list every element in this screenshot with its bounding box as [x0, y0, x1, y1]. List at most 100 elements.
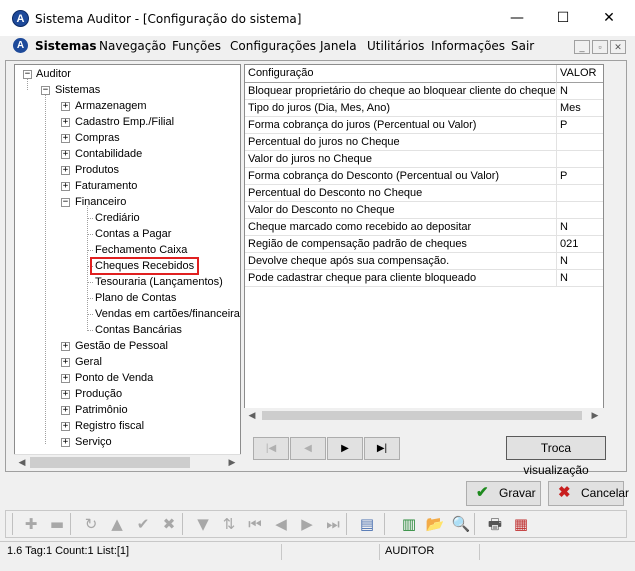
last-record-button[interactable]: ▶|	[364, 437, 400, 460]
tree-node-produtos[interactable]: Produtos	[75, 163, 119, 177]
expand-icon[interactable]: +	[61, 342, 70, 351]
tree-node-financeiro[interactable]: Financeiro	[75, 195, 126, 209]
minimize-button[interactable]: —	[494, 0, 540, 36]
expand-icon[interactable]: +	[61, 358, 70, 367]
menu-configuracoes[interactable]: Configurações	[230, 39, 316, 53]
tree-scroll-thumb[interactable]	[30, 457, 190, 468]
setting-value-cell[interactable]	[557, 151, 603, 168]
tree-node-fechamento-caixa[interactable]: Fechamento Caixa	[95, 243, 187, 257]
filter-icon[interactable]: ▼	[192, 514, 214, 534]
menu-navegacao[interactable]: Navegação	[99, 39, 166, 53]
sort-icon[interactable]: ⇅	[218, 514, 240, 534]
table-row[interactable]: Forma cobrança do juros (Percentual ou V…	[245, 117, 603, 134]
tree-node-gest-o-de-pessoal[interactable]: Gestão de Pessoal	[75, 339, 168, 353]
save-button[interactable]: ✔ Gravar	[466, 481, 541, 506]
setting-value-cell[interactable]	[557, 185, 603, 202]
tree-node-faturamento[interactable]: Faturamento	[75, 179, 137, 193]
tree-node-registro-fiscal[interactable]: Registro fiscal	[75, 419, 144, 433]
refresh-icon[interactable]: ↻	[80, 514, 102, 534]
collapse-icon[interactable]: −	[23, 70, 32, 79]
setting-name-cell[interactable]: Devolve cheque após sua compensação.	[245, 253, 557, 270]
tree-node-credi-rio[interactable]: Crediário	[95, 211, 140, 225]
last-icon[interactable]: ⏭	[322, 514, 344, 534]
setting-name-cell[interactable]: Valor do juros no Cheque	[245, 151, 557, 168]
grid-scroll-thumb[interactable]	[262, 411, 582, 420]
menu-utilitarios[interactable]: Utilitários	[367, 39, 424, 53]
menu-sistemas[interactable]: Sistemas	[35, 39, 97, 53]
tree-node-ponto-de-venda[interactable]: Ponto de Venda	[75, 371, 153, 385]
setting-name-cell[interactable]: Tipo do juros (Dia, Mes, Ano)	[245, 100, 557, 117]
tree-node-contas-banc-rias[interactable]: Contas Bancárias	[95, 323, 182, 337]
tree-node-armazenagem[interactable]: Armazenagem	[75, 99, 147, 113]
mdi-close-button[interactable]: ✕	[610, 40, 626, 54]
expand-icon[interactable]: +	[61, 406, 70, 415]
prev-record-button[interactable]: ◀	[290, 437, 326, 460]
setting-value-cell[interactable]: P	[557, 168, 603, 185]
export-icon[interactable]: ▥	[398, 514, 420, 534]
menu-sair[interactable]: Sair	[511, 39, 534, 53]
tree-node-plano-de-contas[interactable]: Plano de Contas	[95, 291, 176, 305]
left-icon[interactable]: ◀	[270, 514, 292, 534]
systems-tree[interactable]: − Auditor − Sistemas + Armazenagem + Cadast…	[14, 64, 241, 470]
calendar-icon[interactable]: ▦	[510, 514, 532, 534]
table-row[interactable]: Região de compensação padrão de cheques 0…	[245, 236, 603, 253]
tree-node-produ-o[interactable]: Produção	[75, 387, 122, 401]
triangle-up-icon[interactable]: ▲	[106, 514, 128, 534]
tree-node-cheques-recebidos[interactable]: Cheques Recebidos	[90, 257, 200, 275]
right-icon[interactable]: ▶	[296, 514, 318, 534]
expand-icon[interactable]: +	[61, 134, 70, 143]
expand-icon[interactable]: +	[61, 182, 70, 191]
tree-node-compras[interactable]: Compras	[75, 131, 120, 145]
tree-node-contabilidade[interactable]: Contabilidade	[75, 147, 142, 161]
table-row[interactable]: Pode cadastrar cheque para cliente bloqu…	[245, 270, 603, 287]
setting-name-cell[interactable]: Forma cobrança do Desconto (Percentual o…	[245, 168, 557, 185]
table-row[interactable]: Forma cobrança do Desconto (Percentual o…	[245, 168, 603, 185]
setting-name-cell[interactable]: Região de compensação padrão de cheques	[245, 236, 557, 253]
menu-funcoes[interactable]: Funções	[172, 39, 221, 53]
setting-value-cell[interactable]	[557, 202, 603, 219]
tree-node-contas-a-pagar[interactable]: Contas a Pagar	[95, 227, 171, 241]
scroll-left-icon[interactable]: ◀	[244, 407, 260, 423]
column-header-configuracao[interactable]: Configuração	[245, 65, 557, 83]
table-row[interactable]: Tipo do juros (Dia, Mes, Ano) Mes	[245, 100, 603, 117]
setting-value-cell[interactable]: 021	[557, 236, 603, 253]
copy-icon[interactable]: ▤	[356, 514, 378, 534]
folder-icon[interactable]: 📂	[424, 514, 446, 534]
setting-name-cell[interactable]: Pode cadastrar cheque para cliente bloqu…	[245, 270, 557, 287]
tree-node-vendas-em-cart-es-financeiras[interactable]: Vendas em cartões/financeiras	[95, 307, 240, 321]
table-row[interactable]: Percentual do juros no Cheque	[245, 134, 603, 151]
search-icon[interactable]: 🔍	[450, 514, 472, 534]
x-icon[interactable]: ✖	[158, 514, 180, 534]
collapse-icon[interactable]: −	[61, 198, 70, 207]
setting-name-cell[interactable]: Forma cobrança do juros (Percentual ou V…	[245, 117, 557, 134]
minus-icon[interactable]: ▬	[46, 514, 68, 534]
plus-icon[interactable]: ✚	[20, 514, 42, 534]
grid-vertical-scrollbar[interactable]	[604, 64, 621, 422]
tree-node-tesouraria-lan-amentos-[interactable]: Tesouraria (Lançamentos)	[95, 275, 223, 289]
setting-value-cell[interactable]: P	[557, 117, 603, 134]
expand-icon[interactable]: +	[61, 150, 70, 159]
print-icon[interactable]: 🖶	[484, 514, 506, 534]
setting-value-cell[interactable]: N	[557, 219, 603, 236]
expand-icon[interactable]: +	[61, 374, 70, 383]
mdi-restore-button[interactable]: ▫	[592, 40, 608, 54]
scroll-left-icon[interactable]: ◀	[14, 454, 30, 470]
table-row[interactable]: Valor do juros no Cheque	[245, 151, 603, 168]
expand-icon[interactable]: +	[61, 390, 70, 399]
table-row[interactable]: Percentual do Desconto no Cheque	[245, 185, 603, 202]
setting-value-cell[interactable]: Mes	[557, 100, 603, 117]
menu-janela[interactable]: Janela	[320, 39, 357, 53]
setting-value-cell[interactable]: N	[557, 270, 603, 287]
close-button[interactable]: ✕	[586, 0, 632, 36]
table-row[interactable]: Bloquear proprietário do cheque ao bloqu…	[245, 83, 603, 100]
column-header-valor[interactable]: VALOR	[557, 65, 603, 83]
tree-node-patrim-nio[interactable]: Patrimônio	[75, 403, 128, 417]
setting-value-cell[interactable]	[557, 134, 603, 151]
toggle-view-button[interactable]: Troca visualização	[506, 436, 606, 477]
setting-value-cell[interactable]: N	[557, 83, 603, 100]
config-grid[interactable]: Configuração VALOR Bloquear proprietário…	[244, 64, 604, 422]
expand-icon[interactable]: +	[61, 422, 70, 431]
scroll-right-icon[interactable]: ▶	[224, 454, 240, 470]
check-icon[interactable]: ✔	[132, 514, 154, 534]
expand-icon[interactable]: +	[61, 438, 70, 447]
